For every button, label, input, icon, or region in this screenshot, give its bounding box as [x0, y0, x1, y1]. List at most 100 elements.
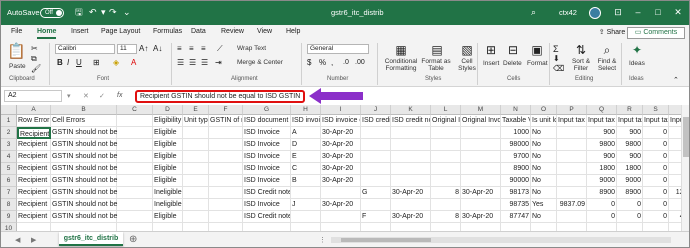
table-cell[interactable]: 0	[643, 163, 669, 175]
table-cell[interactable]: No	[531, 151, 557, 163]
row-header[interactable]: 2	[1, 127, 17, 139]
table-cell[interactable]: J	[291, 199, 321, 211]
clear-icon[interactable]: ⌫	[553, 63, 564, 75]
vertical-scroll-thumb[interactable]	[683, 117, 689, 157]
column-header-b[interactable]: B	[51, 105, 117, 115]
table-cell[interactable]	[391, 163, 431, 175]
sheet-tab[interactable]: gstr6_itc_distrib	[59, 232, 123, 246]
table-cell[interactable]	[531, 223, 557, 231]
table-cell[interactable]	[391, 139, 431, 151]
table-cell[interactable]: GSTIN should not be	[51, 211, 117, 223]
table-cell[interactable]: 0	[587, 199, 617, 211]
column-header-o[interactable]: O	[531, 105, 557, 115]
table-cell[interactable]	[291, 211, 321, 223]
save-icon[interactable]: 🖫	[75, 6, 83, 18]
table-cell[interactable]	[117, 163, 153, 175]
table-cell[interactable]: ISD Invoice	[243, 175, 291, 187]
table-cell[interactable]	[391, 151, 431, 163]
table-cell[interactable]: No	[531, 211, 557, 223]
table-cell[interactable]: ISD credit note date	[391, 115, 431, 127]
table-cell[interactable]: Eligible	[153, 139, 183, 151]
delete-cells-icon[interactable]: ⊟	[505, 43, 521, 57]
table-cell[interactable]: 9700	[501, 151, 531, 163]
column-header-m[interactable]: M	[461, 105, 501, 115]
column-header-c[interactable]: C	[117, 105, 153, 115]
table-cell[interactable]: ISD Invoice	[243, 151, 291, 163]
table-cell[interactable]	[431, 175, 461, 187]
table-cell[interactable]: Cell Errors	[51, 115, 117, 127]
table-cell[interactable]	[291, 223, 321, 231]
table-cell[interactable]	[117, 115, 153, 127]
table-cell[interactable]	[557, 175, 587, 187]
align-top-icon[interactable]: ≡	[177, 43, 182, 55]
table-cell[interactable]	[461, 175, 501, 187]
table-cell[interactable]	[183, 139, 209, 151]
table-cell[interactable]: 8900	[617, 187, 643, 199]
table-cell[interactable]: 900	[587, 151, 617, 163]
table-cell[interactable]: No	[531, 139, 557, 151]
table-cell[interactable]	[183, 127, 209, 139]
table-cell[interactable]	[117, 139, 153, 151]
table-cell[interactable]: A	[291, 127, 321, 139]
tab-view[interactable]: View	[257, 28, 272, 35]
row-header[interactable]: 4	[1, 151, 17, 163]
table-cell[interactable]	[209, 139, 243, 151]
table-cell[interactable]: GSTIN should not be	[51, 175, 117, 187]
horizontal-scroll-thumb[interactable]	[341, 238, 431, 242]
table-cell[interactable]	[183, 175, 209, 187]
table-cell[interactable]: GSTIN of r	[209, 115, 243, 127]
table-cell[interactable]	[17, 223, 51, 231]
orientation-icon[interactable]: ⟋	[217, 43, 223, 55]
table-cell[interactable]	[321, 223, 361, 231]
table-cell[interactable]: Ineligible	[153, 199, 183, 211]
table-cell[interactable]	[117, 223, 153, 231]
table-cell[interactable]: Ineligible	[153, 187, 183, 199]
table-cell[interactable]	[557, 211, 587, 223]
table-cell[interactable]: 0	[643, 151, 669, 163]
tab-insert[interactable]: Insert	[71, 28, 89, 35]
find-select-button[interactable]: Find & Select	[593, 58, 621, 72]
select-all-corner[interactable]	[1, 105, 17, 115]
table-cell[interactable]	[183, 223, 209, 231]
table-cell[interactable]: GSTIN should not be	[51, 199, 117, 211]
ribbon-display-icon[interactable]: ⊡	[611, 5, 625, 19]
table-cell[interactable]	[501, 223, 531, 231]
row-header[interactable]: 6	[1, 175, 17, 187]
table-cell[interactable]: D	[291, 139, 321, 151]
table-cell[interactable]: 900	[587, 127, 617, 139]
table-cell[interactable]	[461, 163, 501, 175]
sort-filter-button[interactable]: Sort & Filter	[567, 58, 595, 72]
table-cell[interactable]: 1800	[587, 163, 617, 175]
prev-sheet-icon[interactable]: ◀	[15, 236, 20, 244]
table-cell[interactable]	[209, 127, 243, 139]
table-cell[interactable]: Original Invoice date	[461, 115, 501, 127]
table-cell[interactable]: No	[531, 175, 557, 187]
table-cell[interactable]	[361, 127, 391, 139]
table-cell[interactable]	[643, 223, 669, 231]
table-cell[interactable]: Eligible	[153, 127, 183, 139]
table-cell[interactable]	[209, 223, 243, 231]
table-cell[interactable]: 8900	[587, 187, 617, 199]
tab-help[interactable]: Help	[286, 28, 300, 35]
table-cell[interactable]: Eligible	[153, 163, 183, 175]
align-right-icon[interactable]: ☰	[201, 57, 208, 69]
table-cell[interactable]: Recipient	[17, 211, 51, 223]
table-cell[interactable]: 30-Apr-20	[321, 175, 361, 187]
table-cell[interactable]: 1800	[617, 163, 643, 175]
align-center-icon[interactable]: ☰	[189, 57, 196, 69]
table-cell[interactable]: Taxable Value	[501, 115, 531, 127]
table-cell[interactable]: E	[291, 151, 321, 163]
table-cell[interactable]	[557, 223, 587, 231]
table-cell[interactable]: 30-Apr-20	[321, 139, 361, 151]
table-cell[interactable]	[209, 199, 243, 211]
format-cells-icon[interactable]: ▣	[529, 43, 545, 57]
fill-color-icon[interactable]: ◈	[113, 57, 119, 69]
table-cell[interactable]: Row Error	[17, 115, 51, 127]
ideas-icon[interactable]: ✦	[629, 43, 645, 57]
table-cell[interactable]: 8	[431, 187, 461, 199]
name-box-dropdown-icon[interactable]: ▾	[67, 92, 71, 100]
table-cell[interactable]: Recipient	[17, 151, 51, 163]
table-cell[interactable]	[587, 223, 617, 231]
confirm-entry-icon[interactable]: ✓	[99, 92, 105, 100]
table-cell[interactable]: 8	[431, 211, 461, 223]
